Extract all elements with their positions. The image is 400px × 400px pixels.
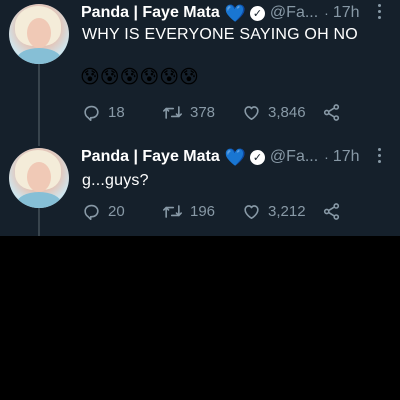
avatar[interactable] (9, 4, 69, 64)
verified-icon: ✓ (249, 149, 265, 165)
share-button[interactable] (322, 200, 341, 222)
reply-button[interactable]: 20 (82, 200, 125, 222)
user-handle[interactable]: @Fa... (270, 4, 318, 22)
reply-count: 20 (108, 202, 125, 220)
more-icon[interactable] (376, 4, 382, 19)
retweet-button[interactable]: 196 (162, 200, 215, 222)
like-button[interactable]: 3,846 (242, 101, 306, 123)
tweet-text: g...guys? (82, 172, 149, 189)
like-count: 3,212 (268, 202, 306, 220)
tweet-actions: 20 196 3,212 (82, 200, 352, 222)
tweet-emojis: 😰😰😰😰😰😰 (80, 67, 199, 88)
reply-count: 18 (108, 103, 125, 121)
tweet-time[interactable]: 17h (333, 4, 360, 22)
verified-icon: ✓ (249, 5, 265, 21)
tweet-text: WHY IS EVERYONE SAYING OH NO (82, 26, 358, 43)
display-name[interactable]: Panda | Faye Mata (81, 148, 220, 166)
like-icon (244, 105, 259, 120)
like-icon (244, 204, 259, 219)
display-name[interactable]: Panda | Faye Mata (81, 4, 220, 22)
reply-icon (84, 105, 99, 121)
avatar-face (27, 18, 51, 48)
share-icon (323, 103, 340, 121)
blue-heart-emoji: 💙 (224, 3, 246, 23)
reply-button[interactable]: 18 (82, 101, 125, 123)
retweet-icon (163, 204, 182, 218)
like-count: 3,846 (268, 103, 306, 121)
tweet-time[interactable]: 17h (333, 148, 360, 166)
reply-icon (84, 204, 99, 220)
avatar-shoulder (17, 192, 61, 208)
retweet-count: 196 (190, 202, 216, 220)
share-icon (323, 202, 340, 220)
avatar[interactable] (9, 148, 69, 208)
user-handle[interactable]: @Fa... (270, 148, 318, 166)
share-button[interactable] (322, 101, 341, 123)
avatar-shoulder (17, 48, 61, 64)
tweet-actions: 18 378 3,846 (82, 101, 352, 123)
tweet-timeline: Panda | Faye Mata 💙 ✓ @Fa... · 17h WHY I… (0, 0, 400, 236)
retweet-button[interactable]: 378 (162, 101, 215, 123)
tweet[interactable]: Panda | Faye Mata 💙 ✓ @Fa... · 17h WHY I… (0, 0, 400, 138)
more-icon[interactable] (376, 148, 382, 163)
blue-heart-emoji: 💙 (224, 147, 246, 167)
tweet-header: Panda | Faye Mata 💙 ✓ @Fa... · 17h (81, 2, 360, 24)
retweet-count: 378 (190, 103, 216, 121)
retweet-icon (163, 105, 182, 119)
screen: Panda | Faye Mata 💙 ✓ @Fa... · 17h WHY I… (0, 0, 400, 400)
separator-dot: · (324, 149, 329, 165)
like-button[interactable]: 3,212 (242, 200, 306, 222)
separator-dot: · (324, 5, 329, 21)
tweet-header: Panda | Faye Mata 💙 ✓ @Fa... · 17h (81, 146, 360, 168)
avatar-face (27, 162, 51, 192)
